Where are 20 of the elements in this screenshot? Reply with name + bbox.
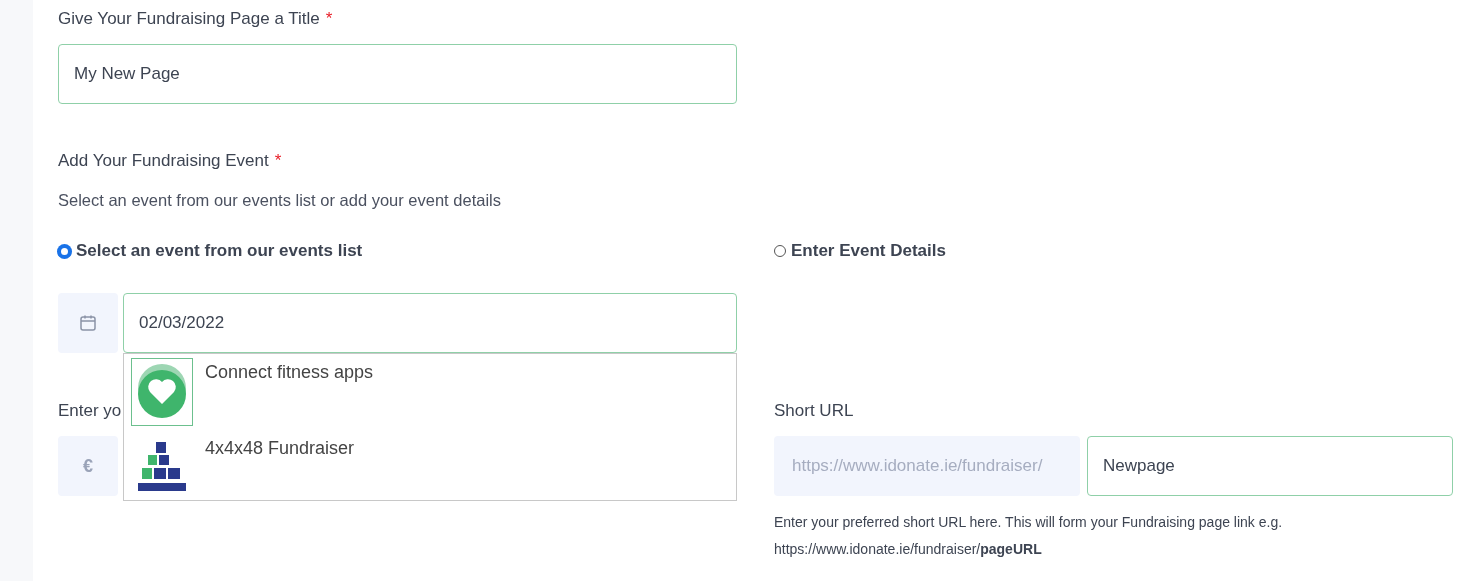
currency-symbol: € [83,455,93,477]
title-input[interactable]: My New Page [58,44,737,104]
required-mark: * [325,9,333,29]
event-option[interactable]: Connect fitness apps [205,362,374,383]
section-description: Select an event from our events list or add your event details [58,191,502,210]
event-option[interactable]: 4x4x48 Fundraiser [205,438,355,459]
date-input[interactable]: 02/03/2022 [123,293,737,353]
calendar-icon [79,314,97,332]
help-text: Enter your preferred short URL here. This will form your Fundraising page link e.g. https://www.idonate.ie/fundraiser/pageURL [774,513,1284,559]
field-label: Give Your Fundraising Page a Title [58,9,320,29]
section-label: Add Your Fundraising Event [58,151,269,171]
short-url-input[interactable]: Newpage [1087,436,1453,496]
field-label: Short URL [774,401,854,421]
radio-label[interactable]: Enter Event Details [791,241,946,261]
required-mark: * [274,151,282,171]
url-prefix: https://www.idonate.ie/fundraiser/ [774,436,1080,496]
radio-label[interactable]: Select an event from our events list [76,241,363,261]
radio-button[interactable] [58,244,71,258]
field-label: Enter yo [58,401,122,421]
radio-button[interactable] [774,245,786,257]
